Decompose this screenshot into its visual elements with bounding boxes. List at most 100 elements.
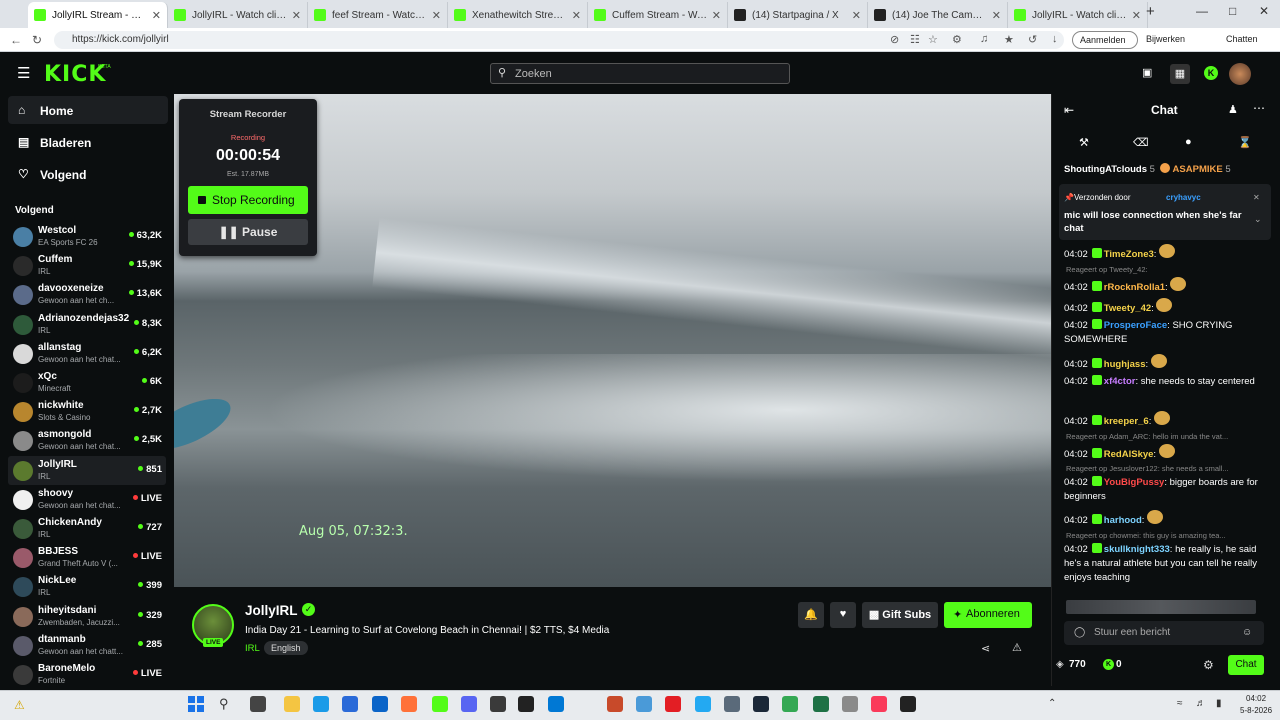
firefox-icon[interactable] [401, 696, 417, 712]
minimize-icon[interactable]: — [1196, 4, 1208, 18]
unpin-icon[interactable]: ✕ [1253, 193, 1260, 202]
send-chat-button[interactable]: Chat [1228, 655, 1264, 675]
chat-message[interactable]: 04:02 YouBigPussy: bigger boards are for … [1064, 476, 1264, 504]
pinned-user[interactable]: cryhavyc [1166, 193, 1201, 202]
reply-context[interactable]: Reageert op chowmei: this guy is amazing… [1066, 531, 1262, 540]
channel-item[interactable]: shoovy Gewoon aan het chat... LIVE [8, 485, 166, 514]
channel-item[interactable]: JollyIRL IRL 851 [8, 455, 166, 485]
reader-icon[interactable]: ☷ [910, 33, 920, 46]
downloads-icon[interactable]: ↓ [1052, 33, 1058, 45]
collapse-chat-icon[interactable]: ⇤ [1064, 103, 1074, 117]
channel-item[interactable]: davooxeneize Gewoon aan het ch... 13,6K [8, 280, 166, 309]
history-icon[interactable]: ↺ [1028, 33, 1037, 46]
back-icon[interactable]: ← [10, 33, 22, 47]
emoji-icon[interactable]: ☺ [1242, 627, 1252, 638]
user-avatar[interactable] [1229, 63, 1251, 85]
tab-close-icon[interactable]: ✕ [432, 9, 441, 22]
maximize-icon[interactable]: □ [1229, 4, 1236, 18]
clock-date[interactable]: 5-8-2026 [1240, 706, 1272, 715]
media-player-icon[interactable] [900, 696, 916, 712]
message-username[interactable]: skullknight333 [1104, 544, 1170, 555]
folder-icon[interactable] [284, 696, 300, 712]
chat-bubble-icon[interactable]: ● [1185, 136, 1192, 148]
browser-tab[interactable]: Xenathewitch Stream - Wat ✕ [448, 2, 588, 28]
browser-tab[interactable]: feef Stream - Watch Live on ✕ [308, 2, 448, 28]
battery-icon[interactable]: ▮ [1216, 698, 1222, 709]
tab-close-icon[interactable]: ✕ [572, 9, 581, 22]
kicks-balance[interactable]: 0 [1116, 659, 1122, 670]
channel-item[interactable]: BaroneMelo Fortnite LIVE [8, 660, 166, 689]
obs-icon[interactable] [490, 696, 506, 712]
copilot-chat-button[interactable]: Chatten [1226, 34, 1258, 44]
language-tag[interactable]: English [264, 641, 308, 655]
share-icon[interactable]: ⋖ [981, 642, 990, 655]
nav-home[interactable]: ⌂ Home [8, 96, 168, 124]
browser-tab[interactable]: (14) Startpagina / X ✕ [728, 2, 868, 28]
photos-icon[interactable] [607, 696, 623, 712]
outlook-icon[interactable] [372, 696, 388, 712]
file-explorer-icon[interactable] [250, 696, 266, 712]
chat-message[interactable]: 04:02 xf4ctor: she needs to stay centered [1064, 375, 1264, 389]
tracking-icon[interactable]: ⊘ [890, 33, 899, 46]
chat-message[interactable]: 04:02 TimeZone3: [1064, 244, 1264, 262]
chat-message[interactable]: 04:02 ProsperoFace: SHO CRYING SOMEWHERE [1064, 319, 1264, 347]
channel-item[interactable]: Adrianozendejas32 IRL 8,3K [8, 310, 166, 339]
signin-button[interactable]: Aanmelden [1072, 31, 1138, 49]
notification-bell-icon[interactable]: 🔔 [798, 602, 824, 628]
media-icon[interactable]: ♫ [980, 33, 988, 45]
reply-context[interactable]: Reageert op Jesuslover122: she needs a s… [1066, 464, 1262, 473]
gift-subs-button[interactable]: ▩ Gift Subs [862, 602, 938, 628]
timer-icon[interactable]: ⌛ [1238, 136, 1252, 149]
reload-icon[interactable]: ↻ [32, 33, 42, 47]
start-icon[interactable] [188, 696, 204, 712]
tools-icon[interactable] [842, 696, 858, 712]
channel-item[interactable]: ChickenAndy IRL 727 [8, 514, 166, 543]
top-user-1[interactable]: ShoutingATclouds [1064, 164, 1147, 175]
chat-message[interactable]: 04:02 Tweety_42: [1064, 298, 1264, 316]
channel-item[interactable]: dtanmanb Gewoon aan het chatt... 285 [8, 631, 166, 660]
browser-tab[interactable]: Cuffem Stream - Watch Live ✕ [588, 2, 728, 28]
chat-input[interactable]: Stuur een bericht [1064, 621, 1264, 645]
more-options-icon[interactable]: ⋯ [1253, 101, 1265, 115]
close-window-icon[interactable]: ✕ [1259, 4, 1269, 18]
tab-close-icon[interactable]: ✕ [292, 9, 301, 22]
channel-item[interactable]: BBJESS Grand Theft Auto V (... LIVE [8, 543, 166, 572]
settings-app-icon[interactable] [724, 696, 740, 712]
browser-tab[interactable]: JollyIRL - Watch clips on Kick ✕ [168, 2, 308, 28]
message-username[interactable]: RedAlSkye [1104, 449, 1154, 460]
spreadsheet-icon[interactable] [813, 696, 829, 712]
chat-message[interactable]: 04:02 RedAlSkye: [1064, 444, 1264, 462]
new-tab-icon[interactable]: + [1146, 3, 1155, 20]
message-username[interactable]: harhood [1104, 515, 1142, 526]
top-user-2[interactable]: ASAPMIKE [1173, 164, 1223, 175]
channel-item[interactable]: xQc Minecraft 6K [8, 368, 166, 397]
clips-icon[interactable]: ▣ [1142, 66, 1152, 79]
favorites-bar-icon[interactable]: ★ [1004, 33, 1014, 46]
message-username[interactable]: rRocknRolla1 [1104, 282, 1165, 293]
volume-icon[interactable]: ♬ [1196, 698, 1206, 709]
kick-app-icon[interactable] [432, 696, 448, 712]
pause-button[interactable]: ❚❚ Pause [188, 219, 308, 245]
chat-message[interactable]: 04:02 hughjass: [1064, 354, 1264, 372]
chat-message[interactable]: 04:02 harhood: [1064, 510, 1264, 528]
message-username[interactable]: xf4ctor [1104, 376, 1136, 387]
browser-tab[interactable]: (14) Joe The Camel op X: 'Sa ✕ [868, 2, 1008, 28]
tab-close-icon[interactable]: ✕ [852, 9, 861, 22]
channel-item[interactable]: Cuffem IRL 15,9K [8, 251, 166, 280]
notepad-icon[interactable] [636, 696, 652, 712]
follow-heart-icon[interactable]: ♥ [830, 602, 856, 628]
channel-item[interactable]: asmongold Gewoon aan het chat... 2,5K [8, 426, 166, 455]
message-username[interactable]: Tweety_42 [1104, 303, 1151, 314]
clock-time[interactable]: 04:02 [1246, 694, 1266, 703]
channel-item[interactable]: NickLee IRL 399 [8, 572, 166, 601]
reply-context[interactable]: Reageert op Tweety_42: [1066, 265, 1262, 274]
message-username[interactable]: ProsperoFace [1104, 320, 1167, 331]
channel-item[interactable]: nickwhite Slots & Casino 2,7K [8, 397, 166, 426]
wifi-icon[interactable]: ≈ [1177, 698, 1183, 709]
search-taskbar-icon[interactable]: ⚲ [219, 696, 229, 712]
users-icon[interactable]: ♟ [1228, 103, 1238, 116]
kicks-icon[interactable]: K [1204, 66, 1218, 80]
menu-icon[interactable]: ☰ [17, 64, 30, 82]
emote-bar[interactable] [1066, 600, 1256, 614]
category-link[interactable]: IRL [245, 643, 260, 654]
